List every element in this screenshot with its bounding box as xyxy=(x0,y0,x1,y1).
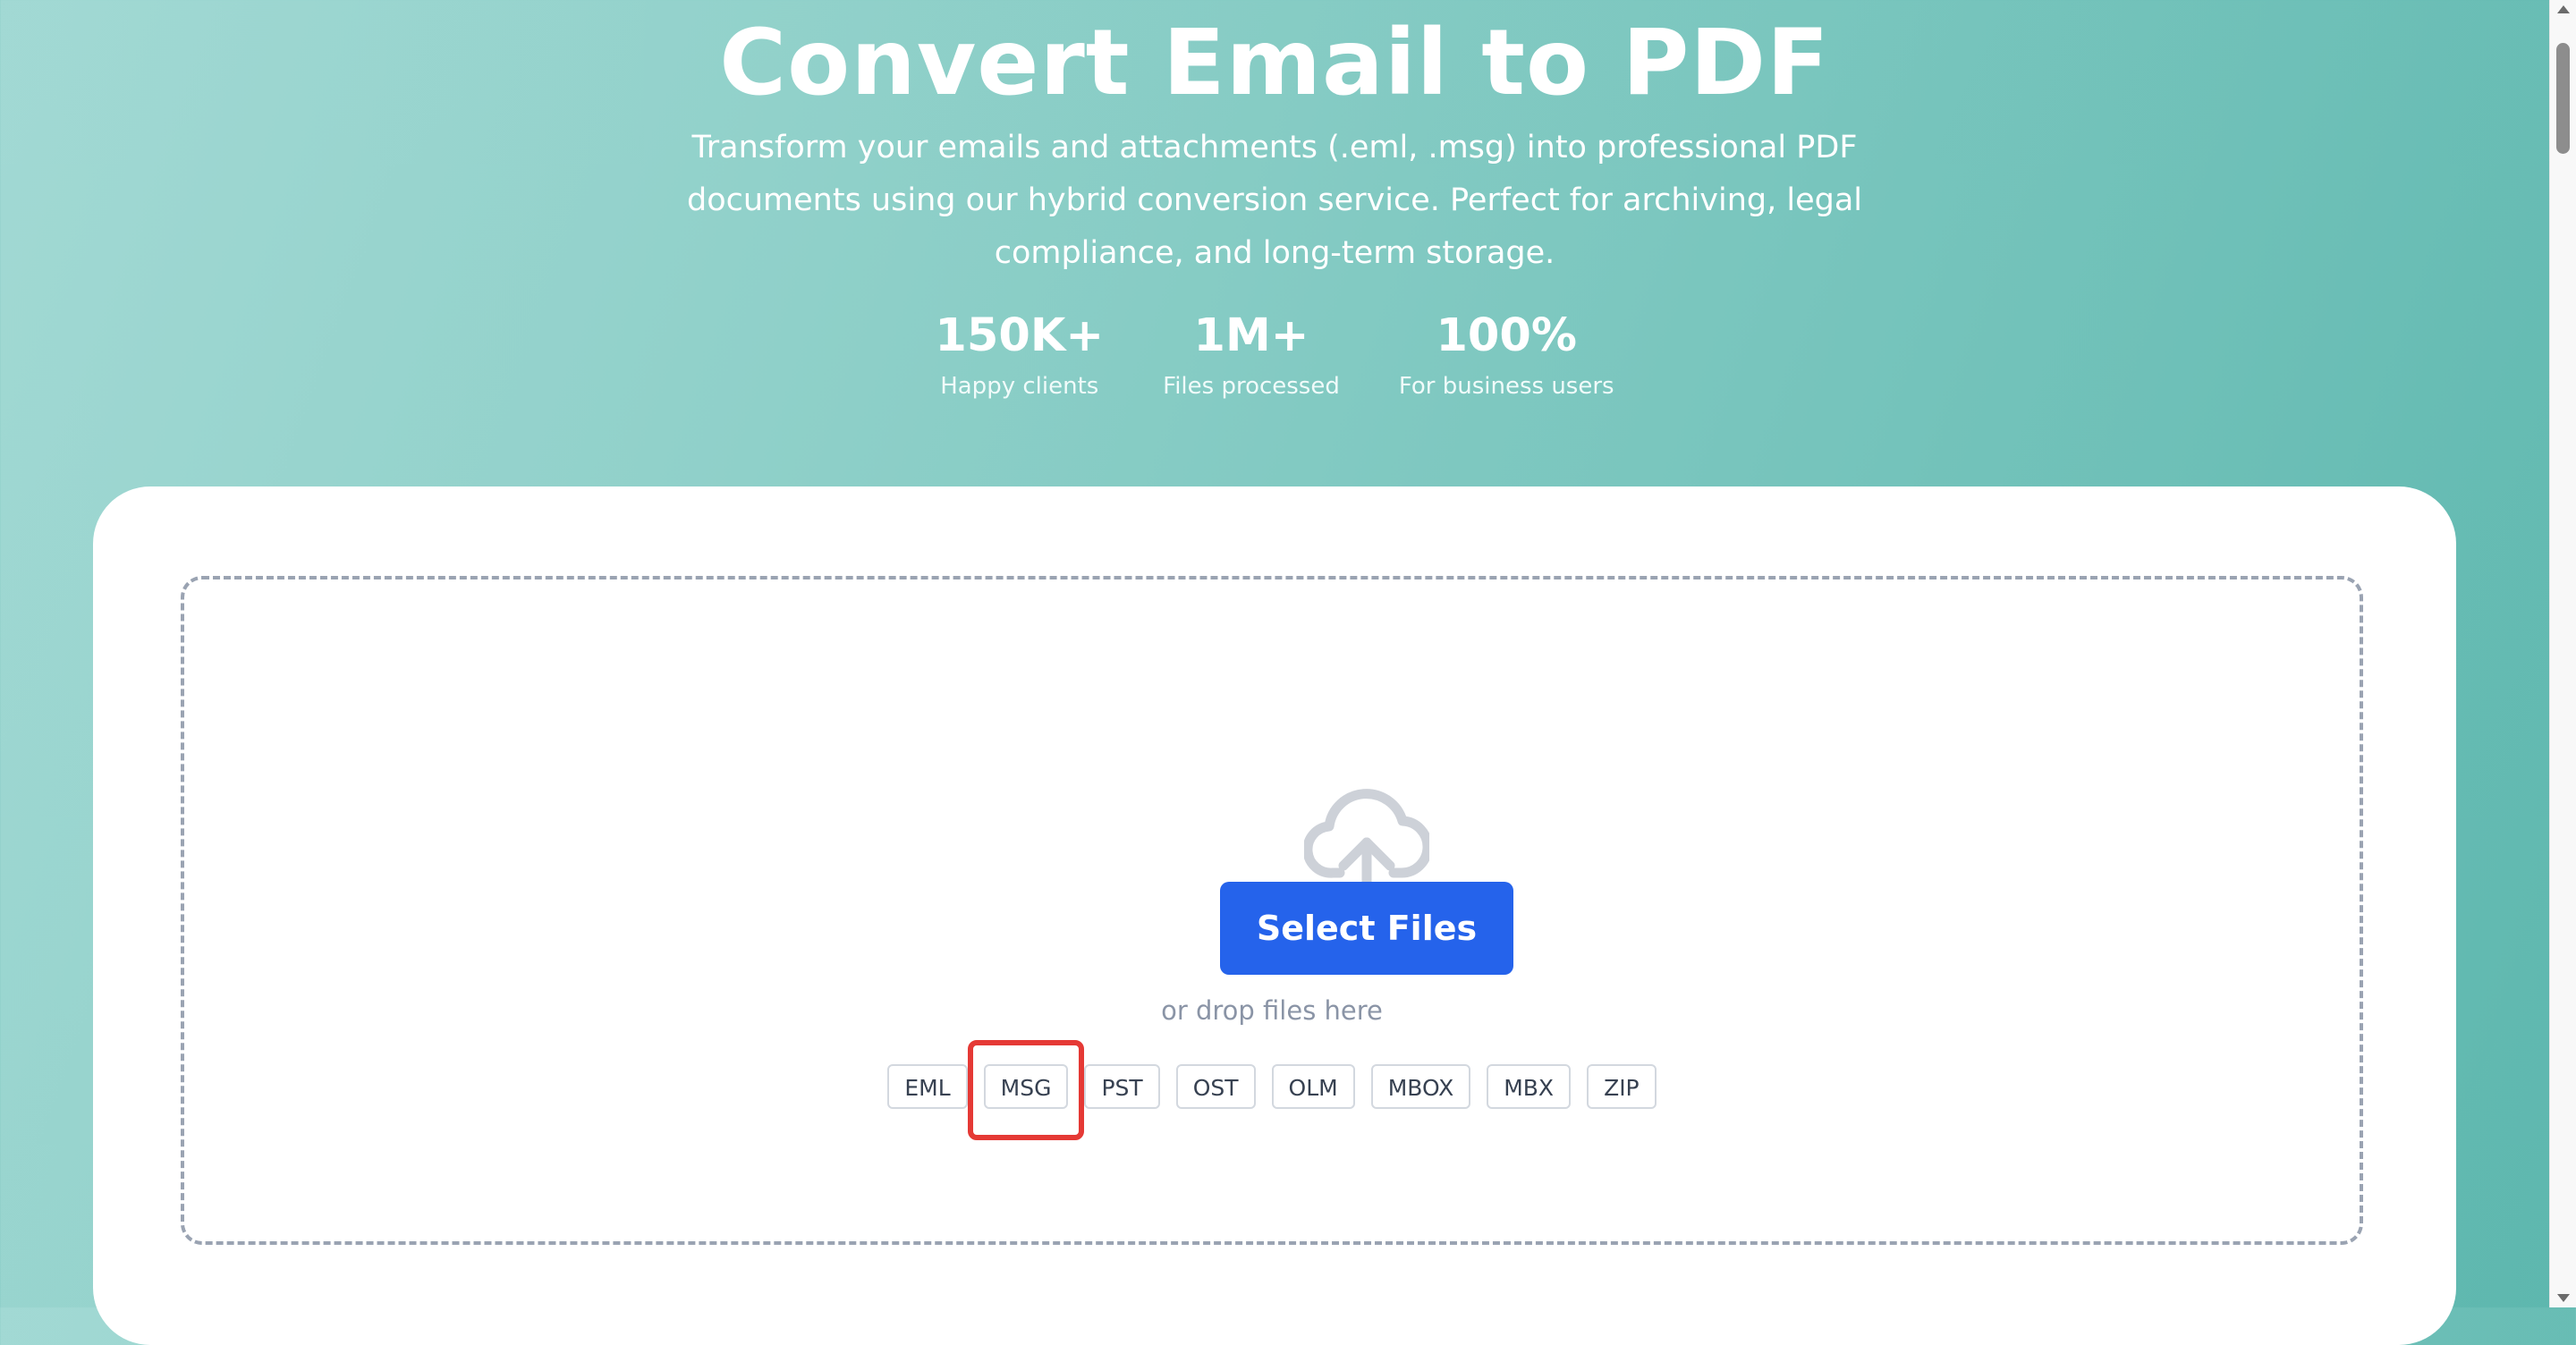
subtitle-line: documents using our hybrid conversion se… xyxy=(686,182,1862,218)
stats-row: 150K+ Happy clients 1M+ Files processed … xyxy=(0,304,2549,402)
format-tag-pst: PST xyxy=(1084,1064,1160,1109)
format-tag-mbox: MBOX xyxy=(1370,1064,1471,1109)
hero-section: Convert Email to PDF Transform your emai… xyxy=(0,0,2549,483)
drop-hint: or drop files here xyxy=(1161,995,1383,1026)
scroll-up-arrow-icon[interactable] xyxy=(2557,5,2570,13)
stat-label: Files processed xyxy=(1163,373,1340,400)
format-tag-msg: MSG xyxy=(967,1040,1085,1140)
stat-label: For business users xyxy=(1398,373,1614,400)
stat-business-users: 100% For business users xyxy=(1399,304,1614,402)
page-subtitle: Transform your emails and attachments (.… xyxy=(0,122,2549,280)
subtitle-line: compliance, and long-term storage. xyxy=(994,235,1555,271)
stat-value: 1M+ xyxy=(1193,309,1309,362)
vertical-scrollbar[interactable] xyxy=(2549,0,2576,1307)
file-dropzone[interactable]: Select Files or drop files here EML MSG … xyxy=(181,576,2363,1245)
select-files-button[interactable]: Select Files xyxy=(1220,882,1513,975)
stat-files-processed: 1M+ Files processed xyxy=(1163,304,1340,402)
format-tag-zip: ZIP xyxy=(1587,1064,1657,1109)
format-tag-ost: OST xyxy=(1175,1064,1256,1109)
supported-formats: EML MSG PST OST OLM MBOX MBX ZIP xyxy=(184,1040,2360,1140)
stat-value: 100% xyxy=(1436,309,1577,362)
scroll-down-arrow-icon[interactable] xyxy=(2557,1294,2570,1302)
scroll-thumb[interactable] xyxy=(2556,43,2570,154)
stat-value: 150K+ xyxy=(935,309,1105,362)
stat-label: Happy clients xyxy=(940,373,1099,400)
page-title: Convert Email to PDF xyxy=(719,10,1830,116)
format-tag-olm: OLM xyxy=(1271,1064,1355,1109)
upload-card: Select Files or drop files here EML MSG … xyxy=(93,486,2456,1345)
format-tag-eml: EML xyxy=(887,1064,968,1109)
stat-happy-clients: 150K+ Happy clients xyxy=(935,304,1104,402)
format-tag-mbx: MBX xyxy=(1487,1064,1572,1109)
subtitle-line: Transform your emails and attachments (.… xyxy=(691,130,1858,165)
